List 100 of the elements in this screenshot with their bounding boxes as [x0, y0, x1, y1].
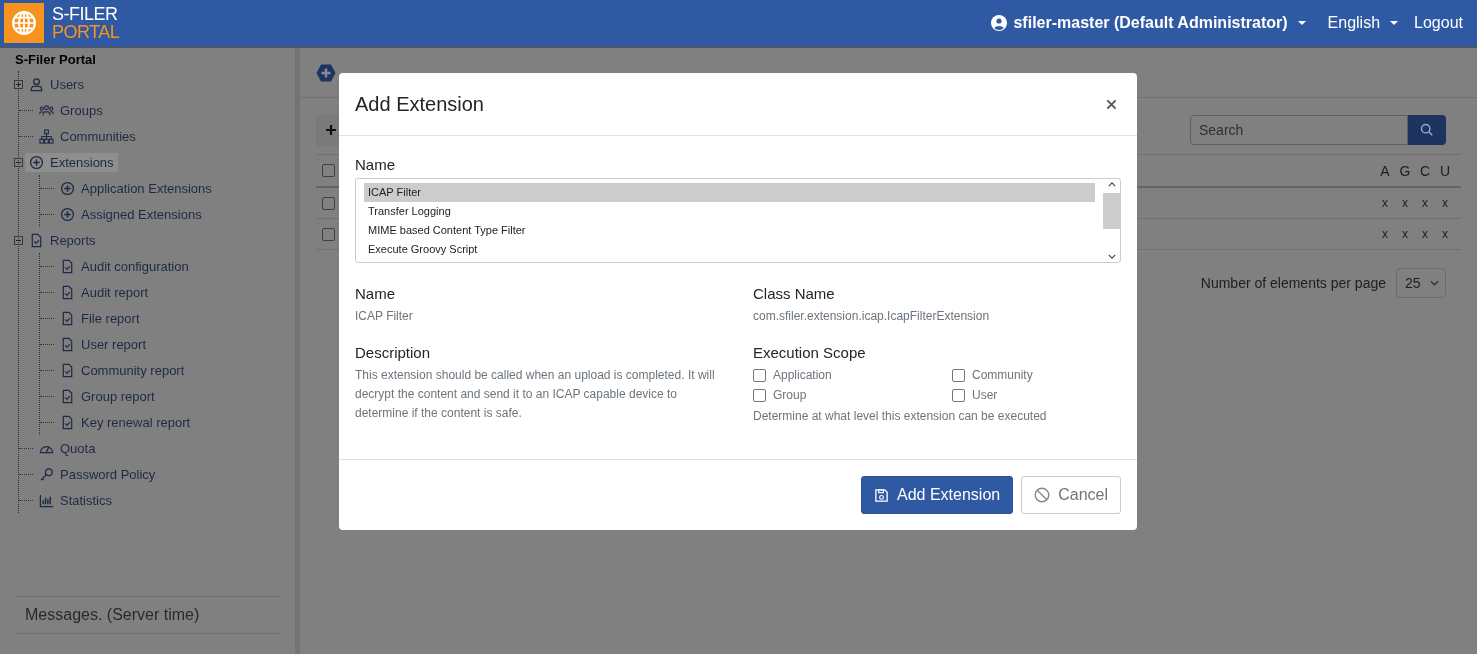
scrollbar[interactable] — [1103, 179, 1120, 262]
document-check-icon — [60, 310, 75, 326]
tree-item[interactable]: Audit configuration — [56, 256, 193, 276]
extension-list[interactable]: ICAP Filter Transfer Logging MIME based Content Type Filter Execute Groovy Script — [355, 178, 1121, 263]
plus-hexagon-icon — [316, 62, 336, 83]
tree-item-label: File report — [81, 310, 140, 326]
checkbox[interactable] — [322, 196, 335, 210]
table-cell-text: x — [1381, 196, 1389, 210]
search-icon — [1420, 123, 1434, 137]
hint-text: Determine at what level this extension can be executed — [753, 408, 1048, 425]
column-header: G — [1398, 162, 1412, 179]
plus-circle-icon — [60, 180, 75, 196]
table-cell-text: x — [1441, 196, 1449, 210]
globe-icon — [4, 3, 44, 43]
tree-item-label: Community report — [81, 362, 185, 378]
tree-item-label: Quota — [60, 440, 96, 456]
scope-checkbox[interactable]: Group — [753, 386, 952, 404]
list-option[interactable]: Transfer Logging — [364, 202, 1095, 221]
document-check-icon — [60, 336, 75, 352]
logo-text: PORTAL — [52, 23, 120, 41]
scope-checkbox[interactable]: Community — [952, 366, 1121, 384]
user-menu[interactable]: sfiler-master (Default Administrator) — [985, 10, 1312, 36]
field-label: Execution Scope — [753, 344, 867, 362]
tree-item[interactable]: File report — [56, 308, 144, 328]
add-extension-button[interactable]: Add Extension — [861, 476, 1014, 514]
group-icon — [39, 102, 54, 118]
tree-item[interactable]: Users — [25, 74, 88, 94]
column-header: U — [1438, 162, 1452, 179]
plus-circle-icon — [60, 206, 75, 222]
tree-item-label: Group report — [81, 388, 155, 404]
field-label: Name — [355, 156, 396, 174]
messages-header: Messages. (Server time) — [15, 596, 280, 634]
tree-item-label: Statistics — [60, 492, 112, 508]
chevron-up-icon[interactable] — [1107, 182, 1116, 187]
cancel-button[interactable]: Cancel — [1021, 476, 1121, 514]
plus-icon — [325, 124, 337, 136]
logo-text: S-FILER — [52, 5, 119, 23]
bar-chart-icon — [39, 492, 54, 508]
description-text: This extension should be called when an upload is completed. It will decrypt the content and send it to an ICAP capable device to determine if the content is safe. — [355, 367, 716, 422]
tree-item[interactable]: Groups — [35, 100, 107, 120]
chevron-down-icon[interactable] — [1107, 254, 1116, 259]
tree-item[interactable]: Extensions — [25, 152, 118, 172]
tree-item[interactable]: Key renewal report — [56, 412, 195, 432]
field-label: Description — [355, 344, 432, 362]
document-check-icon — [60, 414, 75, 430]
collapse-toggle[interactable] — [14, 157, 23, 167]
column-header: C — [1418, 162, 1432, 179]
list-option[interactable]: ICAP Filter — [364, 183, 1095, 202]
checkbox[interactable] — [322, 164, 335, 177]
tree-item[interactable]: Group report — [56, 386, 159, 406]
tree-item[interactable]: User report — [56, 334, 151, 354]
tree-item[interactable]: Password Policy — [35, 464, 160, 484]
list-option[interactable]: Execute Groovy Script — [364, 240, 1095, 259]
table-cell-text: x — [1381, 227, 1389, 241]
tree-item-label: Reports — [50, 232, 96, 248]
tree-item-label: Groups — [60, 102, 103, 118]
field-value: com.sfiler.extension.icap.IcapFilterExtension — [753, 308, 991, 325]
table-cell-text: x — [1401, 196, 1409, 210]
checkbox[interactable] — [322, 227, 335, 241]
tree-item-label: Audit configuration — [81, 258, 189, 274]
tree-item[interactable]: Community report — [56, 360, 189, 380]
document-check-icon — [60, 284, 75, 300]
plus-circle-icon — [29, 154, 44, 170]
tree-item[interactable]: Audit report — [56, 282, 153, 302]
chevron-down-icon — [1430, 280, 1439, 286]
search-button[interactable] — [1408, 115, 1446, 145]
caret-icon — [1390, 21, 1399, 25]
document-check-icon — [60, 362, 75, 378]
tree-item[interactable]: Reports — [25, 230, 100, 250]
prohibited-icon — [1034, 487, 1051, 503]
dialog-title: Add Extension — [355, 92, 484, 116]
table-cell-text: x — [1401, 227, 1409, 241]
tree-item-label: Key renewal report — [81, 414, 191, 430]
tree-item[interactable]: Application Extensions — [56, 178, 216, 198]
tree-item[interactable]: Communities — [35, 126, 140, 146]
language-menu[interactable]: English — [1321, 10, 1405, 36]
tree-item-label: Assigned Extensions — [81, 206, 202, 222]
scope-checkbox[interactable]: User — [952, 386, 1121, 404]
tree-item-label: Communities — [60, 128, 136, 144]
scope-checkbox[interactable]: Application — [753, 366, 952, 384]
expand-toggle[interactable] — [14, 79, 23, 89]
caret-icon — [1297, 21, 1306, 25]
document-check-icon — [60, 388, 75, 404]
logout-link[interactable]: Logout — [1408, 10, 1469, 36]
per-page-select[interactable]: 25 — [1396, 268, 1446, 298]
tree-item[interactable]: Assigned Extensions — [56, 204, 206, 224]
tree-item[interactable]: Statistics — [35, 490, 116, 510]
collapse-toggle[interactable] — [14, 235, 23, 245]
user-icon — [29, 76, 44, 92]
search-field[interactable]: Search — [1190, 115, 1408, 145]
close-icon — [1106, 98, 1117, 110]
list-option[interactable]: MIME based Content Type Filter — [364, 221, 1095, 240]
sidebar-title: S-Filer Portal — [15, 52, 97, 67]
document-check-icon — [29, 232, 44, 248]
table-cell-text: x — [1421, 227, 1429, 241]
tree-item[interactable]: Quota — [35, 438, 100, 458]
tree-item-label: Users — [50, 76, 84, 92]
field-label: Name — [355, 285, 396, 303]
document-check-icon — [60, 258, 75, 274]
tree-item-label: Extensions — [50, 154, 114, 170]
